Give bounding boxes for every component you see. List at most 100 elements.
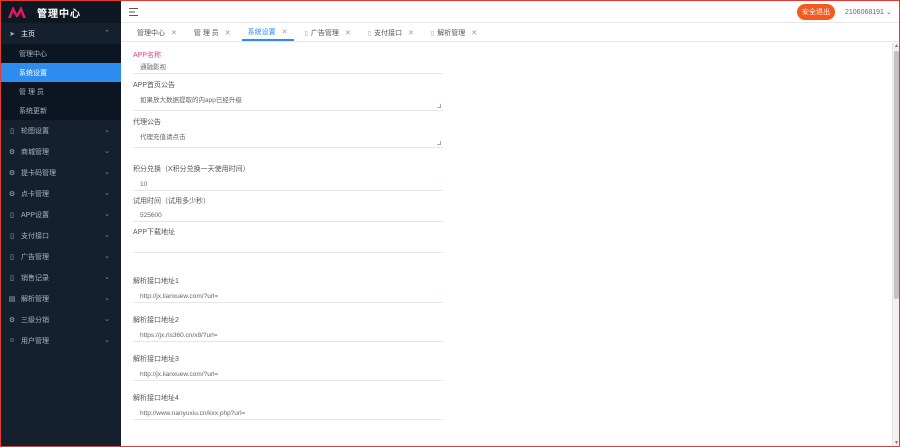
- resize-grip-icon[interactable]: [437, 141, 441, 145]
- chevron-down-icon: ⌄: [104, 295, 110, 302]
- sidebar-item-label: 主页: [21, 30, 35, 38]
- sidebar-item-distribution[interactable]: ⚙ 三级分销 ⌄: [1, 309, 121, 330]
- tab-payment[interactable]: ▯ 支付接口 ✕: [362, 25, 420, 41]
- close-icon[interactable]: ✕: [225, 29, 231, 37]
- sidebar-item-label: 商城管理: [21, 148, 49, 156]
- sidebar-item-home[interactable]: ➤ 主页 ⌃: [1, 23, 121, 44]
- chevron-down-icon: ⌄: [104, 253, 110, 260]
- close-icon[interactable]: ✕: [282, 28, 288, 36]
- gear-icon: ⚙: [8, 169, 16, 177]
- sidebar-item-parse[interactable]: ▤ 解析管理 ⌄: [1, 288, 121, 309]
- tab-label: 管理中心: [137, 30, 165, 37]
- tab-label: 系统设置: [247, 29, 276, 36]
- parse1-label: 解析接口地址1: [133, 278, 179, 285]
- trial-input[interactable]: 525600: [133, 209, 443, 222]
- tab-admin-center[interactable]: 管理中心 ✕: [131, 25, 183, 41]
- vertical-scrollbar[interactable]: ▲ ▼: [892, 43, 899, 446]
- user-icon: ☺: [8, 337, 16, 344]
- chevron-down-icon: ⌄: [885, 9, 892, 16]
- sidebar-item-label: 提卡码管理: [21, 169, 56, 177]
- sidebar-subitem-administrators[interactable]: 管 理 员: [1, 82, 121, 101]
- tab-administrators[interactable]: 管 理 员 ✕: [188, 25, 237, 41]
- top-header: 安全退出 2106068191 ⌄: [121, 1, 899, 23]
- parse1-input[interactable]: http://jx.lianxuew.com/?url=: [133, 290, 443, 303]
- trial-label: 试用时间（试用多少秒）: [133, 198, 210, 205]
- resize-grip-icon[interactable]: [437, 104, 441, 108]
- sidebar-item-label: 轮图设置: [21, 127, 49, 135]
- parse2-label: 解析接口地址2: [133, 317, 179, 324]
- sidebar-item-point-card[interactable]: ⚙ 点卡管理 ⌄: [1, 183, 121, 204]
- logo-icon: [8, 6, 26, 18]
- sidebar-item-carousel[interactable]: ▯ 轮图设置 ⌄: [1, 120, 121, 141]
- chart-icon: ▤: [8, 295, 16, 303]
- agent-notice-label: 代理公告: [133, 119, 161, 126]
- scroll-thumb[interactable]: [894, 51, 899, 299]
- tablet-icon: ▯: [10, 232, 14, 240]
- parse3-input[interactable]: http://jx.lianxuew.com/?url=: [133, 368, 443, 381]
- user-menu[interactable]: 2106068191 ⌄: [845, 8, 892, 16]
- menu-toggle-icon[interactable]: [129, 7, 139, 17]
- points-label: 积分兑换（X积分兑换一天使用时间）: [133, 166, 250, 173]
- sidebar-item-label: 用户管理: [21, 337, 49, 345]
- close-icon[interactable]: ✕: [408, 29, 414, 37]
- sidebar-item-shop[interactable]: ⚙ 商城管理 ⌄: [1, 141, 121, 162]
- tab-ads[interactable]: ▯ 广告管理 ✕: [299, 25, 357, 41]
- sidebar-item-payment[interactable]: ▯ 支付接口 ⌄: [1, 225, 121, 246]
- chevron-down-icon: ⌄: [104, 211, 110, 218]
- close-icon[interactable]: ✕: [171, 29, 177, 37]
- settings-form: APP名称 通融影视 APP首页公告 如果放大数据提取的内app已经升级 代理公…: [133, 51, 443, 420]
- sidebar-item-label: 广告管理: [21, 253, 49, 261]
- app-name-label: APP名称: [133, 52, 162, 59]
- sidebar-item-app-settings[interactable]: ▯ APP设置 ⌄: [1, 204, 121, 225]
- sidebar-item-sales[interactable]: ▯ 销售记录 ⌄: [1, 267, 121, 288]
- agent-notice-value: 代理充值请点击: [140, 134, 186, 141]
- chevron-up-icon: ⌃: [104, 30, 110, 37]
- tab-parse[interactable]: ▯ 解析管理 ✕: [425, 25, 483, 41]
- sidebar-subitem-system-settings[interactable]: 系统设置: [1, 63, 121, 82]
- sidebar-item-ads[interactable]: ▯ 广告管理 ⌄: [1, 246, 121, 267]
- brand-title: 管理中心: [37, 8, 81, 20]
- gear-icon: ⚙: [8, 148, 16, 156]
- sidebar-item-label: 支付接口: [21, 232, 49, 240]
- tab-label: 解析管理: [437, 30, 466, 37]
- user-id: 2106068191: [845, 9, 884, 16]
- tab-label: 管 理 员: [193, 30, 219, 37]
- sidebar-subitem-label: 管 理 员: [19, 88, 44, 96]
- gear-icon: ⚙: [8, 316, 16, 324]
- phone-icon: ▯: [10, 127, 14, 135]
- download-label: APP下载地址: [133, 229, 176, 236]
- tab-system-settings[interactable]: 系统设置 ✕: [241, 25, 294, 41]
- close-icon[interactable]: ✕: [471, 29, 477, 37]
- tablet-icon: ▯: [10, 274, 14, 282]
- brand: 管理中心: [1, 1, 121, 23]
- sidebar-item-label: 点卡管理: [21, 190, 49, 198]
- sidebar: 管理中心 ➤ 主页 ⌃ 管理中心 系统设置 管 理 员 系统更新 ▯ 轮图设置 …: [1, 1, 121, 446]
- app-notice-value: 如果放大数据提取的内app已经升级: [140, 97, 242, 104]
- sidebar-item-users[interactable]: ☺ 用户管理 ⌄: [1, 330, 121, 351]
- download-input[interactable]: [133, 240, 443, 253]
- gear-icon: ⚙: [8, 190, 16, 198]
- app-name-input[interactable]: 通融影视: [133, 61, 443, 74]
- tablet-icon: ▯: [10, 253, 14, 261]
- doc-icon: ▯: [430, 30, 435, 37]
- parse2-input[interactable]: https://jx.rls360.cn/x8/?url=: [133, 329, 443, 342]
- scroll-down-icon[interactable]: ▼: [894, 440, 899, 446]
- sidebar-subitem-system-update[interactable]: 系统更新: [1, 101, 121, 120]
- close-icon[interactable]: ✕: [345, 29, 351, 37]
- app-notice-label: APP首页公告: [133, 82, 176, 89]
- send-icon: ➤: [9, 30, 15, 38]
- scroll-up-icon[interactable]: ▲: [894, 43, 899, 49]
- tab-label: 广告管理: [310, 30, 339, 37]
- agent-notice-textarea[interactable]: 代理充值请点击: [133, 128, 443, 148]
- app-notice-textarea[interactable]: 如果放大数据提取的内app已经升级: [133, 91, 443, 111]
- sidebar-subitem-label: 系统更新: [19, 107, 47, 115]
- sidebar-subitem-admin-center[interactable]: 管理中心: [1, 44, 121, 63]
- signout-button[interactable]: 安全退出: [797, 4, 835, 20]
- chevron-down-icon: ⌄: [104, 190, 110, 197]
- chevron-down-icon: ⌄: [104, 337, 110, 344]
- sidebar-item-label: 三级分销: [21, 316, 49, 324]
- points-input[interactable]: 10: [133, 178, 443, 191]
- chevron-down-icon: ⌄: [104, 316, 110, 323]
- parse4-input[interactable]: http://www.nanyuxiu.cn/kxx.php?url=: [133, 407, 443, 420]
- sidebar-item-redeem-code[interactable]: ⚙ 提卡码管理 ⌄: [1, 162, 121, 183]
